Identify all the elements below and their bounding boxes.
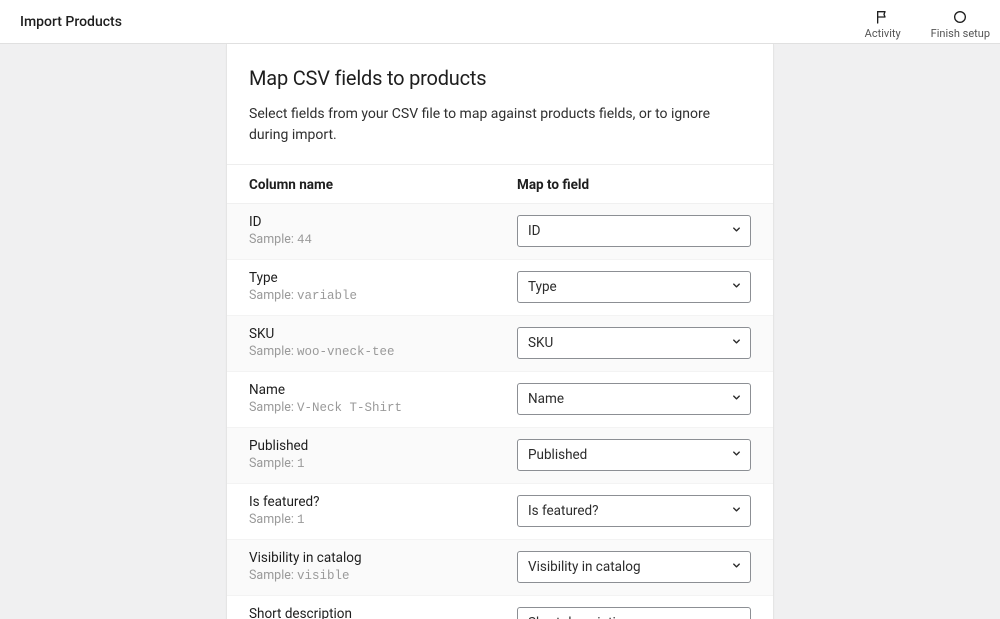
mapping-rows: ID Sample: 44 ID Type Sample: variable T… — [227, 204, 773, 619]
finish-setup-button[interactable]: Finish setup — [921, 0, 1000, 43]
map-field-select[interactable]: Name — [517, 383, 751, 415]
column-sample: Sample: V-Neck T-Shirt — [249, 400, 517, 415]
map-field-select[interactable]: Short description — [517, 607, 751, 619]
column-name: Short description — [249, 606, 517, 619]
column-name: Published — [249, 438, 517, 454]
page-title: Import Products — [20, 14, 122, 30]
column-sample: Sample: woo-vneck-tee — [249, 344, 517, 359]
mapping-row: Visibility in catalog Sample: visible Vi… — [227, 540, 773, 596]
column-name: Type — [249, 270, 517, 286]
mapping-table-header: Column name Map to field — [227, 165, 773, 204]
column-sample: Sample: 44 — [249, 232, 517, 247]
topbar-actions: Activity Finish setup — [855, 0, 1000, 43]
column-sample: Sample: 1 — [249, 456, 517, 471]
flag-icon — [875, 8, 891, 26]
map-field-select[interactable]: Published — [517, 439, 751, 471]
column-name: ID — [249, 214, 517, 230]
circle-icon — [952, 8, 968, 26]
column-sample: Sample: visible — [249, 568, 517, 583]
mapping-row: Short description Sample: This is a vari… — [227, 596, 773, 619]
finish-setup-label: Finish setup — [931, 27, 990, 40]
panel-description: Select fields from your CSV file to map … — [249, 104, 751, 146]
map-field-select[interactable]: SKU — [517, 327, 751, 359]
map-field-select[interactable]: Type — [517, 271, 751, 303]
column-name: Name — [249, 382, 517, 398]
map-to-field-header: Map to field — [517, 177, 751, 193]
activity-label: Activity — [865, 27, 901, 40]
panel-title: Map CSV fields to products — [249, 66, 751, 90]
mapping-row: Name Sample: V-Neck T-Shirt Name — [227, 372, 773, 428]
column-name: Is featured? — [249, 494, 517, 510]
mapping-row: ID Sample: 44 ID — [227, 204, 773, 260]
map-field-select[interactable]: ID — [517, 215, 751, 247]
column-name: Visibility in catalog — [249, 550, 517, 566]
mapping-row: Type Sample: variable Type — [227, 260, 773, 316]
column-name: SKU — [249, 326, 517, 342]
mapping-row: SKU Sample: woo-vneck-tee SKU — [227, 316, 773, 372]
mapping-row: Is featured? Sample: 1 Is featured? — [227, 484, 773, 540]
activity-button[interactable]: Activity — [855, 0, 911, 43]
mapping-row: Published Sample: 1 Published — [227, 428, 773, 484]
column-sample: Sample: variable — [249, 288, 517, 303]
map-field-select[interactable]: Visibility in catalog — [517, 551, 751, 583]
column-sample: Sample: 1 — [249, 512, 517, 527]
top-bar: Import Products Activity Finish setup — [0, 0, 1000, 44]
map-field-select[interactable]: Is featured? — [517, 495, 751, 527]
column-name-header: Column name — [249, 177, 517, 193]
import-mapping-panel: Map CSV fields to products Select fields… — [226, 44, 774, 619]
